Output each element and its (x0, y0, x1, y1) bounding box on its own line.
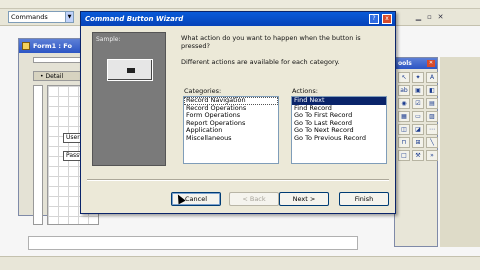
category-item[interactable]: Report Operations (184, 120, 278, 128)
next-button[interactable]: Next > (279, 192, 329, 206)
close-icon[interactable]: ✕ (436, 13, 445, 22)
select-objects-icon[interactable]: ↖ (398, 72, 410, 83)
action-item[interactable]: Go To Last Record (292, 120, 386, 128)
toolbox-tools: ↖ ✦ A ab ▣ ◧ ◉ ☑ ▤ ▦ ▭ ▨ ◫ ◪ ⋯ ⊓ ⊞ ╲ □ ⚒… (395, 69, 438, 164)
desktop-screen: Commands ▼ ▪ ▁ ▫ ✕ Form1 : Fo • Detail U… (0, 0, 480, 270)
image-tool-icon[interactable]: ▨ (426, 111, 438, 122)
actions-label: Actions: (292, 87, 318, 95)
form-window-title: Form1 : Fo (33, 42, 72, 50)
minimize-icon[interactable]: ▁ (414, 13, 423, 22)
wizard-title: Command Button Wizard (85, 15, 184, 23)
dialog-divider (87, 179, 389, 181)
category-item[interactable]: Record Operations (184, 105, 278, 113)
command-button-icon[interactable]: ▭ (412, 111, 424, 122)
category-item[interactable]: Application (184, 127, 278, 135)
command-button-wizard-dialog: Command Button Wizard ? x Sample: What a… (80, 11, 396, 214)
textbox-tool-icon[interactable]: ab (398, 85, 410, 96)
list-box-icon[interactable]: ▦ (398, 111, 410, 122)
bound-frame-icon[interactable]: ◪ (412, 124, 424, 135)
unbound-frame-icon[interactable]: ◫ (398, 124, 410, 135)
object-selector-value: Commands (11, 13, 48, 21)
right-panel-background (440, 57, 480, 247)
action-item[interactable]: Go To Next Record (292, 127, 386, 135)
option-group-icon[interactable]: ▣ (412, 85, 424, 96)
toolbox-title: ools (398, 60, 412, 67)
form-icon (22, 42, 30, 50)
action-item[interactable]: Find Record (292, 105, 386, 113)
toggle-button-icon[interactable]: ◧ (426, 85, 438, 96)
button-preview-icon (127, 68, 135, 73)
wizard-question: What action do you want to happen when t… (181, 34, 361, 50)
sample-label: Sample: (96, 36, 121, 43)
restore-icon[interactable]: ▫ (425, 13, 434, 22)
subform-icon[interactable]: ⊞ (412, 137, 424, 148)
bottom-panel (28, 236, 358, 250)
toolbox-titlebar: ools ✕ (395, 58, 437, 69)
close-icon[interactable]: x (382, 14, 392, 24)
sample-button-preview (107, 59, 153, 81)
checkbox-tool-icon[interactable]: ☑ (412, 98, 424, 109)
wand-icon[interactable]: ✦ (412, 72, 424, 83)
menu-bar (0, 0, 480, 9)
toolbox-palette: ools ✕ ↖ ✦ A ab ▣ ◧ ◉ ☑ ▤ ▦ ▭ ▨ ◫ ◪ ⋯ ⊓ … (394, 57, 438, 247)
action-item[interactable]: Go To Previous Record (292, 135, 386, 143)
category-item[interactable]: Form Operations (184, 112, 278, 120)
action-item[interactable]: Find Next (292, 97, 386, 105)
wizard-info: Different actions are available for each… (181, 58, 340, 66)
categories-list[interactable]: Record Navigation Record Operations Form… (183, 96, 279, 164)
line-tool-icon[interactable]: ╲ (426, 137, 438, 148)
rectangle-tool-icon[interactable]: □ (398, 150, 410, 161)
wizard-titlebar[interactable]: Command Button Wizard (81, 12, 395, 26)
status-bar (0, 256, 480, 270)
finish-button[interactable]: Finish (339, 192, 389, 206)
option-button-icon[interactable]: ◉ (398, 98, 410, 109)
combo-box-icon[interactable]: ▤ (426, 98, 438, 109)
action-item[interactable]: Go To First Record (292, 112, 386, 120)
chevron-down-icon[interactable]: ▼ (65, 12, 73, 22)
tab-control-icon[interactable]: ⊓ (398, 137, 410, 148)
more-controls-icon[interactable]: ⚒ (412, 150, 424, 161)
label-tool-icon[interactable]: A (426, 72, 438, 83)
object-selector-combo[interactable]: Commands ▼ (8, 11, 74, 23)
page-break-icon[interactable]: ⋯ (426, 124, 438, 135)
category-item[interactable]: Record Navigation (184, 97, 278, 105)
back-button[interactable]: < Back (229, 192, 279, 206)
help-icon[interactable]: ? (369, 14, 379, 24)
vertical-ruler (33, 85, 43, 225)
actions-list[interactable]: Find Next Find Record Go To First Record… (291, 96, 387, 164)
sample-preview: Sample: (92, 32, 166, 166)
category-item[interactable]: Miscellaneous (184, 135, 278, 143)
categories-label: Categories: (184, 87, 222, 95)
close-icon[interactable]: ✕ (427, 60, 435, 67)
toolbar-more-icon[interactable]: » (426, 150, 438, 161)
